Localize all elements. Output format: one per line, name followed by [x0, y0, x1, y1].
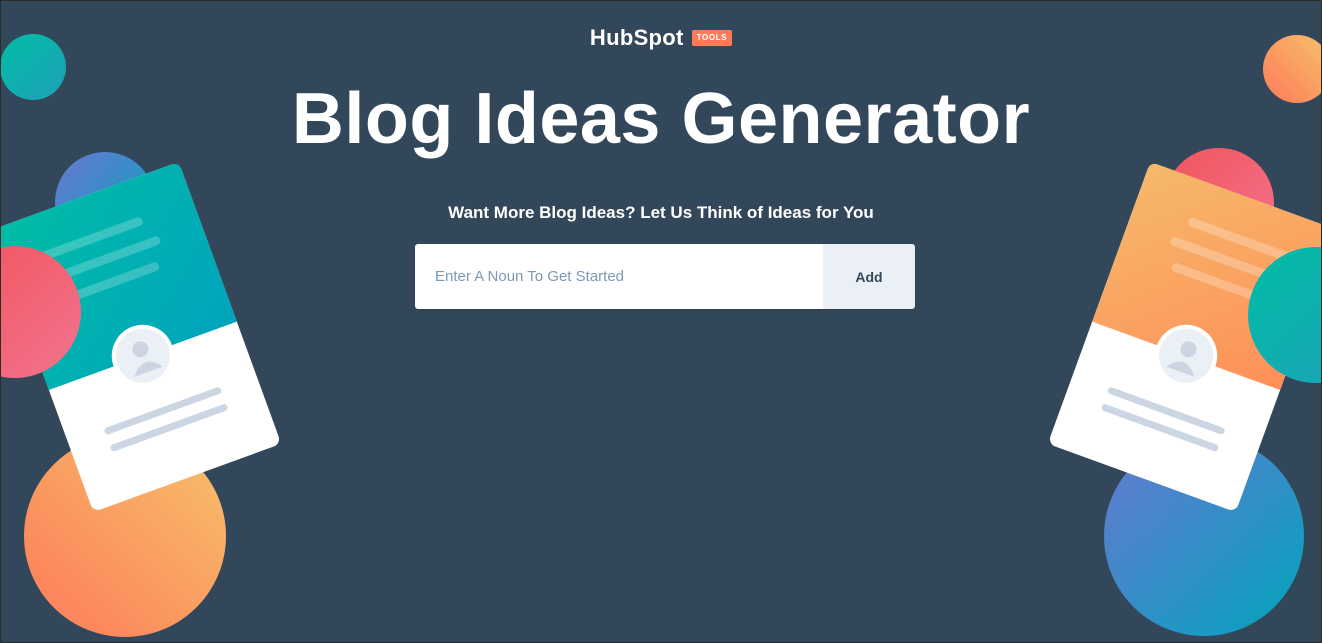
noun-form: Add	[415, 244, 915, 309]
tools-badge: TOOLS	[691, 30, 733, 46]
page-subtitle: Want More Blog Ideas? Let Us Think of Id…	[448, 203, 874, 222]
noun-input[interactable]	[415, 244, 823, 309]
page-title: Blog Ideas Generator	[291, 79, 1031, 159]
page-frame: HubSpot TOOLS Blog Ideas Generator Want …	[0, 0, 1322, 643]
hubspot-logo[interactable]: HubSpot TOOLS	[1, 25, 1321, 51]
logo-wordmark: HubSpot	[589, 25, 684, 50]
add-button[interactable]: Add	[823, 244, 915, 309]
